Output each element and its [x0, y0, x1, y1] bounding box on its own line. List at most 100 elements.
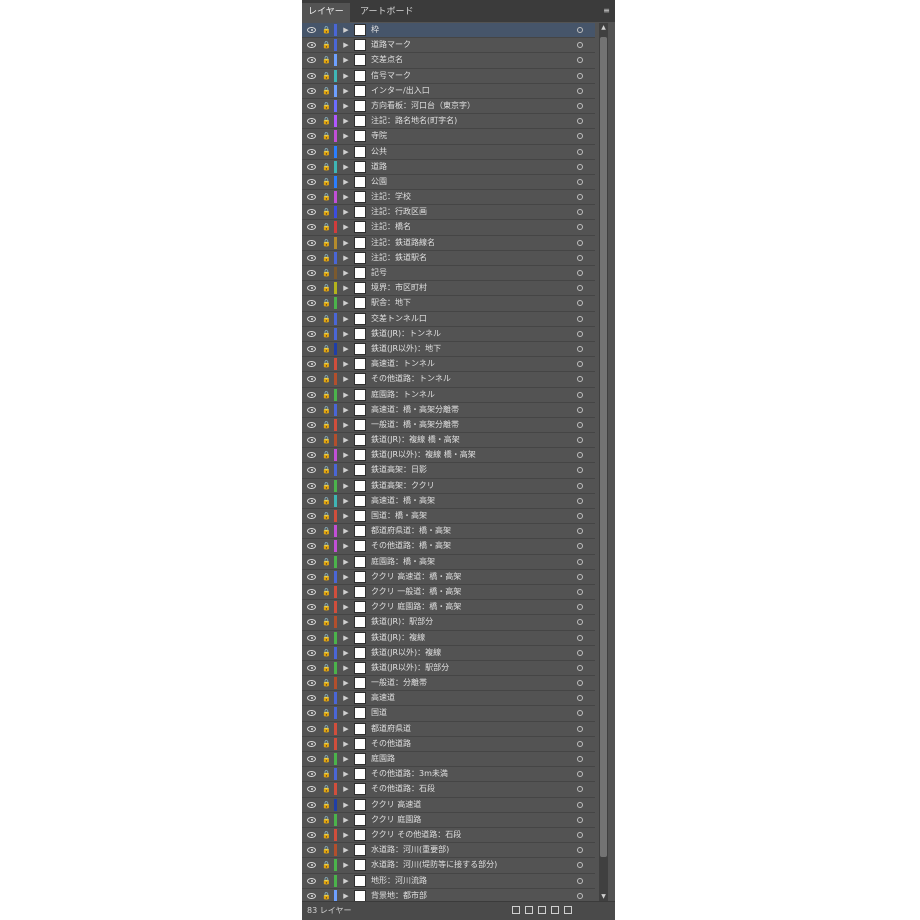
layer-target-icon[interactable]	[577, 634, 583, 641]
layer-row[interactable]: 🔒 ▶ 鉄道高架：ククリ	[302, 478, 595, 494]
lock-icon[interactable]: 🔒	[322, 634, 331, 642]
visibility-eye-icon[interactable]	[307, 133, 316, 140]
layer-row[interactable]: 🔒 ▶ 一般道：分離帯	[302, 676, 595, 692]
layer-target-icon[interactable]	[577, 619, 583, 626]
layer-row[interactable]: 🔒 ▶ 水道路：河川(堤防等に接する部分)	[302, 858, 595, 874]
layer-row[interactable]: 🔒 ▶ 信号マーク	[302, 68, 595, 84]
lock-icon[interactable]: 🔒	[322, 770, 331, 778]
layer-row[interactable]: 🔒 ▶ 鉄道(JR以外)：地下	[302, 341, 595, 358]
layer-name[interactable]: 鉄道(JR以外)：地下	[371, 342, 569, 356]
layer-name[interactable]: 道路	[371, 160, 569, 174]
layer-name[interactable]: 公園	[371, 175, 569, 189]
layer-target-icon[interactable]	[577, 725, 583, 732]
visibility-eye-icon[interactable]	[307, 345, 316, 352]
layer-row[interactable]: 🔒 ▶ ククリ 庭園路：橋・高架	[302, 600, 595, 616]
layer-row[interactable]: 🔒 ▶ 注記：行政区画	[302, 205, 595, 221]
layer-target-icon[interactable]	[577, 528, 583, 535]
layer-target-icon[interactable]	[577, 847, 583, 854]
layer-target-icon[interactable]	[577, 482, 583, 489]
layer-target-icon[interactable]	[577, 497, 583, 504]
layer-row[interactable]: 🔒 ▶ 鉄道(JR)：複線 橋・高架	[302, 433, 595, 449]
expand-chevron-icon[interactable]: ▶	[342, 843, 350, 857]
expand-chevron-icon[interactable]: ▶	[342, 342, 350, 356]
expand-chevron-icon[interactable]: ▶	[342, 706, 350, 720]
lock-icon[interactable]: 🔒	[322, 801, 331, 809]
layer-name[interactable]: 背景地：都市部	[371, 889, 569, 901]
expand-chevron-icon[interactable]: ▶	[342, 600, 350, 614]
expand-chevron-icon[interactable]: ▶	[342, 372, 350, 386]
lock-icon[interactable]: 🔒	[322, 694, 331, 702]
scroll-thumb[interactable]	[600, 37, 607, 857]
layer-target-icon[interactable]	[577, 558, 583, 565]
lock-icon[interactable]: 🔒	[322, 558, 331, 566]
layer-name[interactable]: 鉄道(JR)：複線	[371, 631, 569, 645]
layer-name[interactable]: 公共	[371, 145, 569, 159]
layer-target-icon[interactable]	[577, 467, 583, 474]
expand-chevron-icon[interactable]: ▶	[342, 357, 350, 371]
expand-chevron-icon[interactable]: ▶	[342, 23, 350, 37]
layer-target-icon[interactable]	[577, 421, 583, 428]
layer-target-icon[interactable]	[577, 148, 583, 155]
layer-row[interactable]: 🔒 ▶ 注記：学校	[302, 190, 595, 206]
expand-chevron-icon[interactable]: ▶	[342, 69, 350, 83]
expand-chevron-icon[interactable]: ▶	[342, 448, 350, 462]
expand-chevron-icon[interactable]: ▶	[342, 782, 350, 796]
visibility-eye-icon[interactable]	[307, 330, 316, 337]
expand-chevron-icon[interactable]: ▶	[342, 646, 350, 660]
layer-name[interactable]: 注記：橋名	[371, 220, 569, 234]
layer-name[interactable]: 高速道	[371, 691, 569, 705]
tab-artboards[interactable]: アートボード	[354, 3, 419, 22]
visibility-eye-icon[interactable]	[307, 816, 316, 823]
expand-chevron-icon[interactable]: ▶	[342, 129, 350, 143]
layer-row[interactable]: 🔒 ▶ 駅舎：地下	[302, 296, 595, 312]
layer-name[interactable]: 注記：学校	[371, 190, 569, 204]
layer-row[interactable]: 🔒 ▶ 交差トンネル口	[302, 311, 595, 327]
layer-target-icon[interactable]	[577, 604, 583, 611]
lock-icon[interactable]: 🔒	[322, 785, 331, 793]
visibility-eye-icon[interactable]	[307, 239, 316, 246]
layer-row[interactable]: 🔒 ▶ 道路マーク	[302, 38, 595, 54]
layer-target-icon[interactable]	[577, 102, 583, 109]
visibility-eye-icon[interactable]	[307, 163, 316, 170]
visibility-eye-icon[interactable]	[307, 710, 316, 717]
delete-layer-icon[interactable]	[564, 906, 572, 914]
lock-icon[interactable]: 🔒	[322, 512, 331, 520]
layer-target-icon[interactable]	[577, 315, 583, 322]
layer-row[interactable]: 🔒 ▶ その他道路	[302, 736, 595, 752]
layer-target-icon[interactable]	[577, 42, 583, 49]
expand-chevron-icon[interactable]: ▶	[342, 722, 350, 736]
lock-icon[interactable]: 🔒	[322, 299, 331, 307]
layer-name[interactable]: その他道路：トンネル	[371, 372, 569, 386]
lock-icon[interactable]: 🔒	[322, 679, 331, 687]
visibility-eye-icon[interactable]	[307, 178, 316, 185]
layer-target-icon[interactable]	[577, 361, 583, 368]
layer-name[interactable]: 寺院	[371, 129, 569, 143]
visibility-eye-icon[interactable]	[307, 285, 316, 292]
lock-icon[interactable]: 🔒	[322, 861, 331, 869]
layer-row[interactable]: 🔒 ▶ ククリ 一般道：橋・高架	[302, 584, 595, 601]
layer-target-icon[interactable]	[577, 649, 583, 656]
expand-chevron-icon[interactable]: ▶	[342, 53, 350, 67]
visibility-eye-icon[interactable]	[307, 771, 316, 778]
layer-target-icon[interactable]	[577, 300, 583, 307]
visibility-eye-icon[interactable]	[307, 801, 316, 808]
lock-icon[interactable]: 🔒	[322, 102, 331, 110]
layer-name[interactable]: 水道路：河川(重要部)	[371, 843, 569, 857]
lock-icon[interactable]: 🔒	[322, 117, 331, 125]
lock-icon[interactable]: 🔒	[322, 163, 331, 171]
expand-chevron-icon[interactable]: ▶	[342, 251, 350, 265]
layer-target-icon[interactable]	[577, 194, 583, 201]
layer-name[interactable]: 地形：河川流路	[371, 874, 569, 888]
layer-row[interactable]: 🔒 ▶ 注記：路名地名(町字名)	[302, 114, 595, 130]
layer-name[interactable]: 鉄道(JR)：駅部分	[371, 615, 569, 629]
visibility-eye-icon[interactable]	[307, 619, 316, 626]
layer-target-icon[interactable]	[577, 376, 583, 383]
layer-name[interactable]: 鉄道(JR以外)：複線	[371, 646, 569, 660]
layer-row[interactable]: 🔒 ▶ 庭園路：橋・高架	[302, 554, 595, 570]
expand-chevron-icon[interactable]: ▶	[342, 281, 350, 295]
lock-icon[interactable]: 🔒	[322, 360, 331, 368]
lock-icon[interactable]: 🔒	[322, 223, 331, 231]
expand-chevron-icon[interactable]: ▶	[342, 570, 350, 584]
lock-icon[interactable]: 🔒	[322, 269, 331, 277]
visibility-eye-icon[interactable]	[307, 513, 316, 519]
